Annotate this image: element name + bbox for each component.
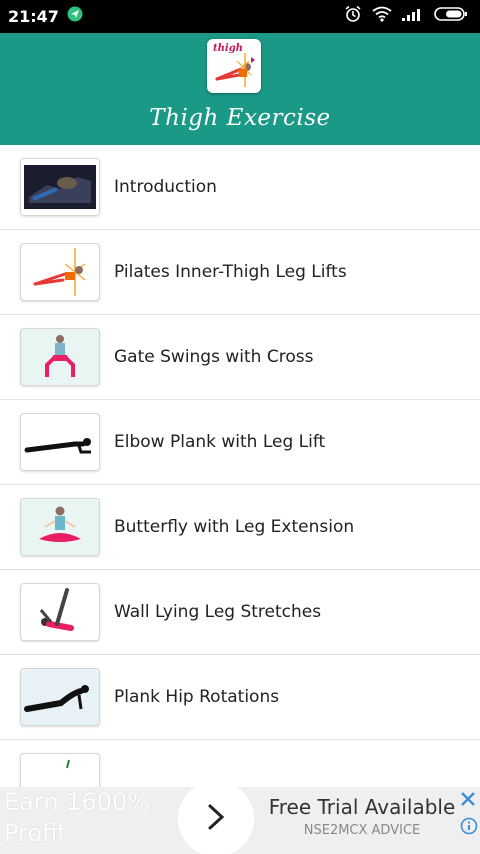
status-bar: 21:47 — [0, 0, 480, 33]
chevron-right-icon — [204, 802, 228, 837]
introduction-thumbnail — [20, 158, 100, 216]
list-item-label: Pilates Inner-Thigh Leg Lifts — [114, 262, 347, 282]
list-item-partial[interactable] — [0, 740, 480, 787]
ad-promo-line2: Profit — [4, 819, 67, 847]
status-left: 21:47 — [8, 6, 83, 27]
list-item-label: Wall Lying Leg Stretches — [114, 602, 322, 622]
list-item-introduction[interactable]: Introduction — [0, 145, 480, 230]
ad-title: Free Trial Available — [268, 795, 456, 819]
butterfly-thumbnail — [20, 498, 100, 556]
pilates-thumbnail — [20, 243, 100, 301]
gate-swings-thumbnail — [20, 328, 100, 386]
wifi-icon — [372, 6, 392, 27]
list-item-label: Gate Swings with Cross — [114, 347, 314, 367]
location-icon — [67, 6, 83, 27]
list-item-wall-lying[interactable]: Wall Lying Leg Stretches — [0, 570, 480, 655]
ad-subtitle: NSE2MCX ADVICE — [303, 823, 421, 838]
list-item-butterfly[interactable]: Butterfly with Leg Extension — [0, 485, 480, 570]
list-item-label: Elbow Plank with Leg Lift — [114, 432, 326, 452]
plank-hip-thumbnail — [20, 668, 100, 726]
signal-icon — [402, 7, 424, 26]
ad-promo-text: Earn 1600% Profit — [4, 787, 174, 849]
wall-lying-thumbnail — [20, 583, 100, 641]
battery-icon — [434, 6, 468, 27]
status-time: 21:47 — [8, 7, 59, 26]
info-icon[interactable] — [460, 817, 478, 835]
list-item-pilates-inner-thigh[interactable]: Pilates Inner-Thigh Leg Lifts — [0, 230, 480, 315]
svg-text:thigh: thigh — [213, 43, 243, 54]
app-logo: thigh — [207, 39, 261, 93]
list-item-plank-hip[interactable]: Plank Hip Rotations — [0, 655, 480, 740]
list-item-elbow-plank[interactable]: Elbow Plank with Leg Lift — [0, 400, 480, 485]
ad-promo-line1: Earn 1600% — [4, 788, 151, 816]
ad-open-button[interactable] — [178, 787, 254, 854]
partial-thumbnail — [20, 753, 100, 787]
exercise-list[interactable]: Introduction Pilates Inner-Thigh Leg Lif… — [0, 145, 480, 787]
list-item-label: Introduction — [114, 177, 217, 197]
list-item-gate-swings[interactable]: Gate Swings with Cross — [0, 315, 480, 400]
close-icon[interactable] — [458, 789, 478, 809]
app-header: thigh Thigh Exercise — [0, 33, 480, 145]
elbow-plank-thumbnail — [20, 413, 100, 471]
alarm-icon — [344, 5, 362, 28]
status-right — [344, 5, 468, 28]
list-item-label: Butterfly with Leg Extension — [114, 517, 355, 537]
page-title: Thigh Exercise — [149, 105, 331, 131]
list-item-label: Plank Hip Rotations — [114, 687, 280, 707]
ad-banner[interactable]: Earn 1600% Profit Free Trial Available N… — [0, 787, 480, 854]
